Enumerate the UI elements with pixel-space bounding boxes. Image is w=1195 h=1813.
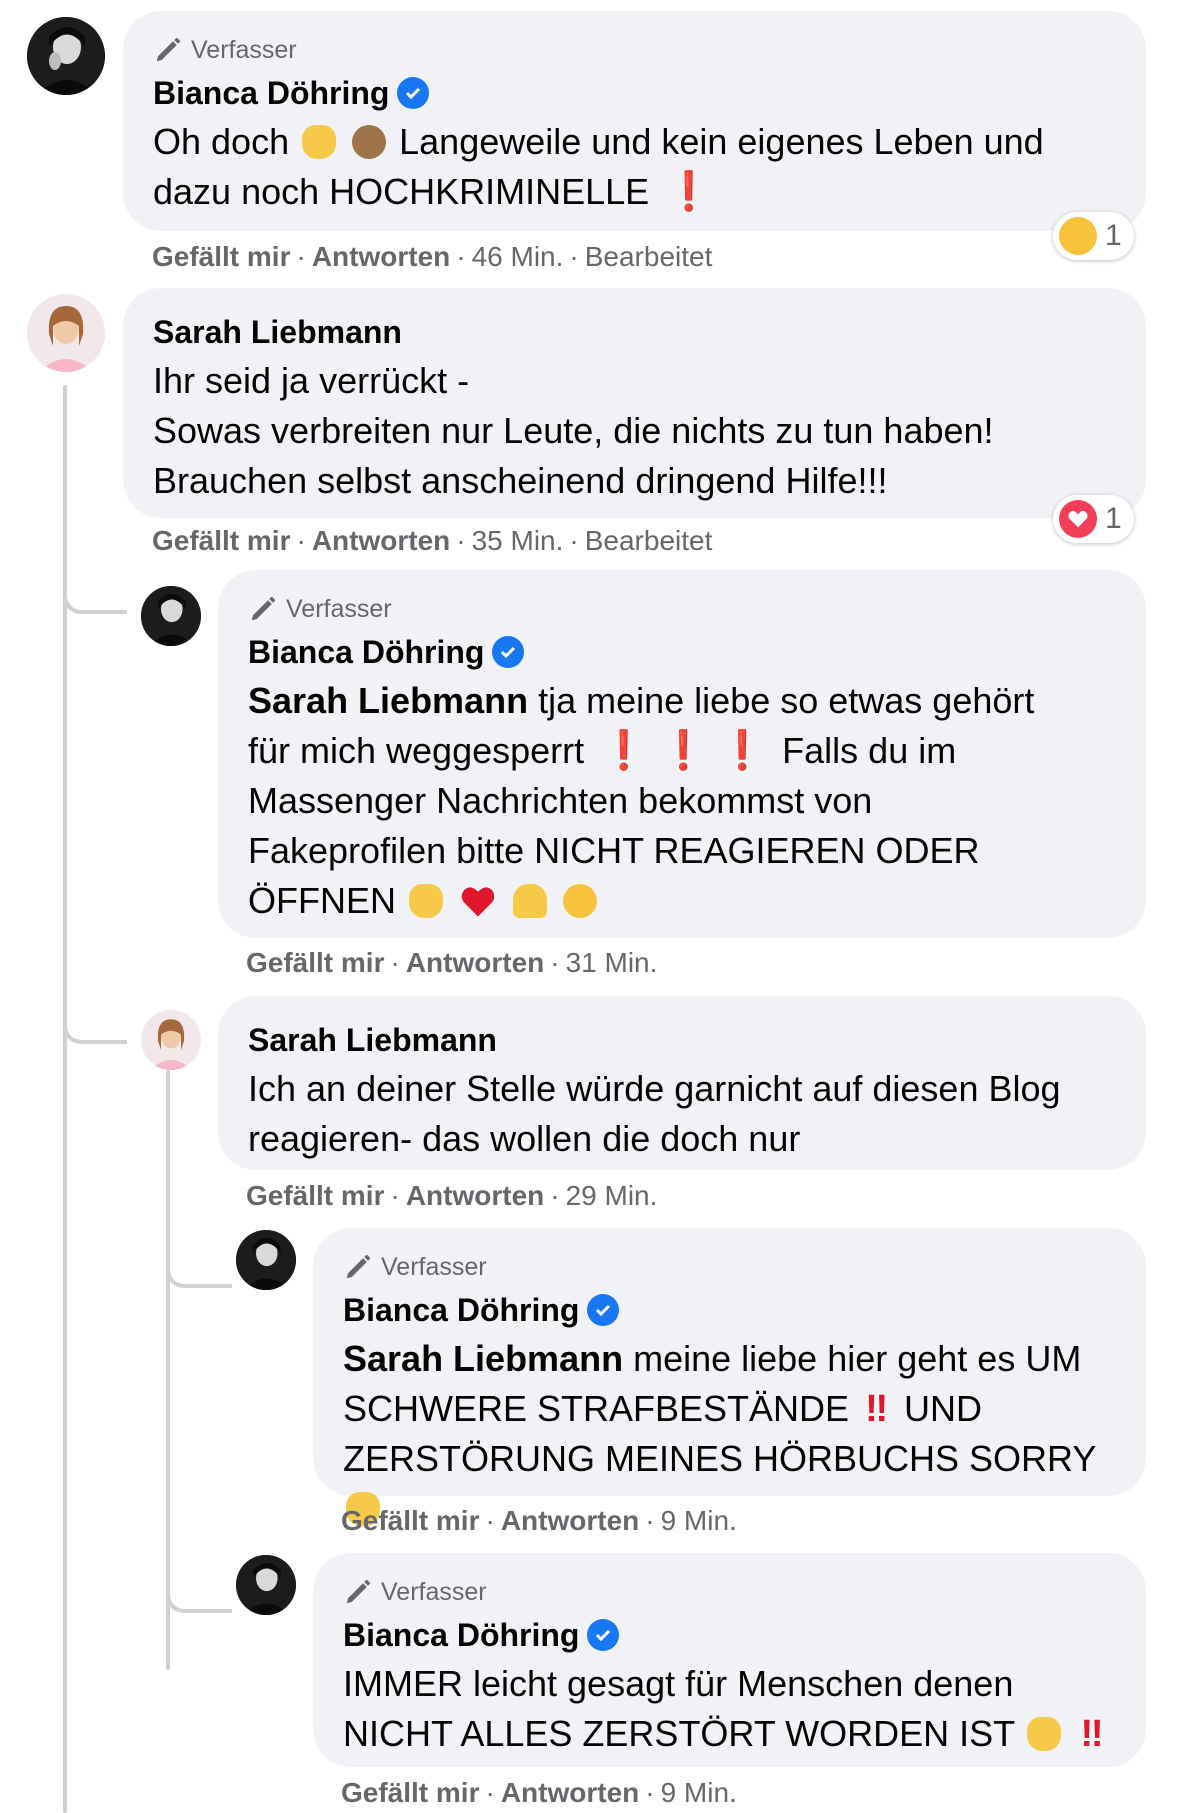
- author-tag: Verfasser: [248, 592, 1116, 626]
- comment-text: IMMER leicht gesagt für Menschen denen N…: [343, 1663, 1104, 1755]
- avatar[interactable]: [141, 586, 201, 646]
- comment-text: Sarah Liebmann tja meine liebe so etwas …: [248, 680, 1035, 921]
- folded-hands-emoji-icon: [513, 884, 548, 918]
- verified-badge-icon: [587, 1294, 620, 1326]
- author-name-row[interactable]: Sarah Liebmann: [248, 1018, 1116, 1062]
- author-tag: Verfasser: [343, 1250, 1116, 1284]
- reaction-summary[interactable]: 1: [1053, 212, 1134, 260]
- like-button[interactable]: Gefällt mir: [246, 1180, 384, 1212]
- mention-link[interactable]: Sarah Liebmann: [248, 680, 528, 721]
- timestamp[interactable]: 46 Min.: [472, 241, 564, 273]
- like-button[interactable]: Gefällt mir: [341, 1505, 479, 1537]
- pen-icon: [251, 596, 276, 621]
- love-heart-icon: [1059, 500, 1097, 538]
- pointing-finger-emoji-icon: [302, 125, 337, 159]
- comment-text: Oh doch Langeweile und kein eigenes Lebe…: [153, 121, 1044, 213]
- reply-button[interactable]: Antworten: [406, 1180, 544, 1212]
- reply-button[interactable]: Antworten: [312, 525, 450, 557]
- thread-curve: [63, 990, 127, 1044]
- verified-badge-icon: [587, 1619, 620, 1651]
- comment-bubble: Verfasser Bianca Döhring Sarah Liebmann …: [313, 1228, 1146, 1526]
- edited-label: Bearbeitet: [584, 525, 713, 556]
- comment-actions: Gefällt mir · Antworten · 9 Min.: [341, 1505, 737, 1537]
- pointing-finger-emoji-icon: [409, 884, 444, 918]
- exclamation-emoji-icon: ❗: [659, 730, 707, 772]
- comment-text: Ihr seid ja verrückt - Sowas verbreiten …: [153, 360, 994, 501]
- red-heart-emoji-icon: [459, 881, 497, 917]
- kissing-face-emoji-icon: [563, 884, 598, 918]
- author-name-row[interactable]: Bianca Döhring: [343, 1288, 1116, 1332]
- edited-label: Bearbeitet: [584, 241, 713, 272]
- author-name-row[interactable]: Bianca Döhring: [248, 630, 1116, 674]
- pen-icon: [346, 1254, 371, 1279]
- reaction-summary[interactable]: 1: [1053, 495, 1134, 543]
- thread-curve: [63, 560, 127, 614]
- author-name[interactable]: Bianca Döhring: [153, 75, 389, 112]
- timestamp[interactable]: 9 Min.: [661, 1505, 737, 1537]
- avatar[interactable]: [141, 1010, 201, 1070]
- comment-bubble: Verfasser Bianca Döhring Oh doch Langewe…: [123, 11, 1146, 231]
- double-exclamation-emoji-icon: ‼: [865, 1388, 889, 1430]
- timestamp[interactable]: 9 Min.: [661, 1777, 737, 1809]
- pen-icon: [346, 1579, 371, 1604]
- timestamp[interactable]: 31 Min.: [566, 947, 658, 979]
- author-name[interactable]: Bianca Döhring: [248, 634, 484, 671]
- timestamp[interactable]: 35 Min.: [472, 525, 564, 557]
- exclamation-emoji-icon: ❗: [600, 730, 648, 772]
- author-name-row[interactable]: Bianca Döhring: [153, 71, 1116, 115]
- comment-bubble: Sarah Liebmann Ich an deiner Stelle würd…: [218, 996, 1146, 1170]
- comment-actions: Gefällt mir · Antworten · 29 Min.: [246, 1180, 658, 1212]
- author-tag: Verfasser: [153, 33, 1116, 67]
- comment-bubble: Sarah Liebmann Ihr seid ja verrückt - So…: [123, 288, 1146, 518]
- comment-actions: Gefällt mir · Antworten · 9 Min.: [341, 1777, 737, 1809]
- exclamation-emoji-icon: ❗: [718, 730, 767, 772]
- thread-curve: [166, 1240, 232, 1288]
- avatar[interactable]: [236, 1555, 296, 1615]
- author-name[interactable]: Sarah Liebmann: [248, 1022, 497, 1059]
- author-name[interactable]: Sarah Liebmann: [153, 314, 402, 351]
- comment-bubble: Verfasser Bianca Döhring Sarah Liebmann …: [218, 570, 1146, 938]
- comment-text: Ich an deiner Stelle würde garnicht auf …: [248, 1068, 1061, 1159]
- double-exclamation-emoji-icon: ‼: [1080, 1713, 1104, 1755]
- comment-actions: Gefällt mir · Antworten · 31 Min.: [246, 947, 658, 979]
- reply-button[interactable]: Antworten: [406, 947, 544, 979]
- verified-badge-icon: [397, 77, 430, 109]
- pointing-finger-emoji-icon: [1027, 1717, 1062, 1751]
- avatar[interactable]: [236, 1230, 296, 1290]
- reply-button[interactable]: Antworten: [501, 1505, 639, 1537]
- reply-button[interactable]: Antworten: [501, 1777, 639, 1809]
- comment-actions: Gefällt mir · Antworten · 35 Min. · Bearbei…: [152, 525, 713, 557]
- see-no-evil-monkey-emoji-icon: [352, 125, 387, 159]
- author-name[interactable]: Bianca Döhring: [343, 1292, 579, 1329]
- exclamation-emoji-icon: ❗: [665, 171, 713, 213]
- like-button[interactable]: Gefällt mir: [152, 241, 290, 273]
- avatar[interactable]: [27, 17, 105, 95]
- thread-curve: [166, 1565, 232, 1613]
- author-name[interactable]: Bianca Döhring: [343, 1617, 579, 1654]
- comment-actions: Gefällt mir · Antworten · 46 Min. · Bearbei…: [152, 241, 713, 273]
- like-button[interactable]: Gefällt mir: [246, 947, 384, 979]
- like-button[interactable]: Gefällt mir: [341, 1777, 479, 1809]
- hug-emoji-icon: [1059, 217, 1097, 255]
- reply-button[interactable]: Antworten: [312, 241, 450, 273]
- author-name-row[interactable]: Bianca Döhring: [343, 1613, 1116, 1657]
- mention-link[interactable]: Sarah Liebmann: [343, 1338, 623, 1379]
- avatar[interactable]: [27, 294, 105, 372]
- author-tag: Verfasser: [343, 1575, 1116, 1609]
- comment-bubble: Verfasser Bianca Döhring IMMER leicht ge…: [313, 1553, 1146, 1767]
- timestamp[interactable]: 29 Min.: [566, 1180, 658, 1212]
- verified-badge-icon: [492, 636, 525, 668]
- author-name-row[interactable]: Sarah Liebmann: [153, 310, 1116, 354]
- pen-icon: [156, 37, 181, 62]
- like-button[interactable]: Gefällt mir: [152, 525, 290, 557]
